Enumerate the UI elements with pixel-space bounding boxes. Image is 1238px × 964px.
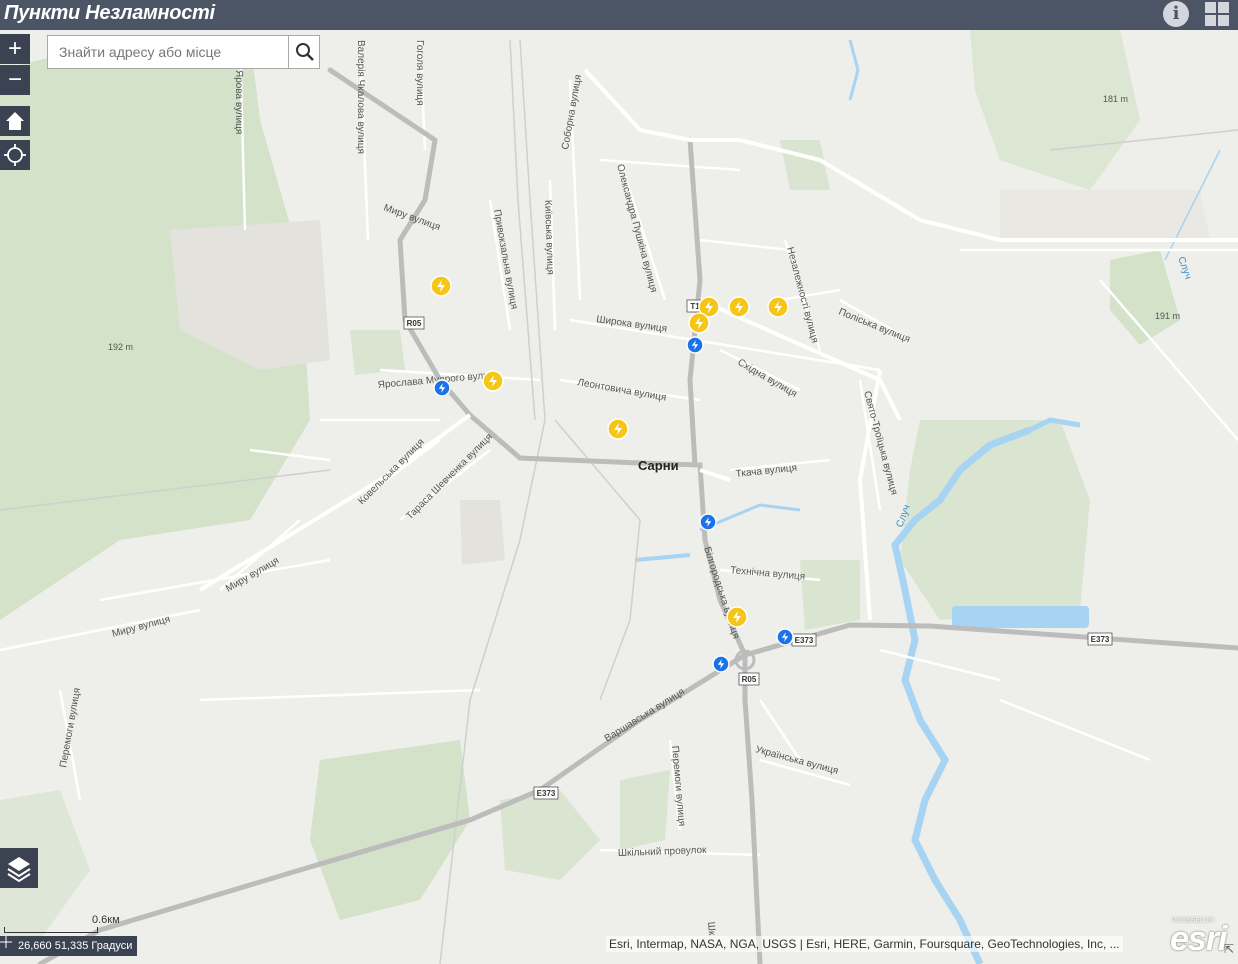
charging-point-marker[interactable]: [433, 379, 451, 397]
street-label: Поліська вулиця: [837, 307, 912, 346]
scale-bar: [4, 927, 98, 933]
street-label: Шк: [705, 921, 717, 936]
road-shield: R05: [738, 672, 760, 686]
street-label: Варшавська вулиця: [603, 686, 687, 744]
street-label: Валерія Чкалова вулиця: [355, 40, 366, 154]
svg-text:E373: E373: [1091, 635, 1110, 644]
power-point-marker[interactable]: [607, 418, 629, 440]
svg-text:R05: R05: [407, 319, 422, 328]
power-point-marker[interactable]: [728, 296, 750, 318]
river-label: Случ: [1175, 255, 1193, 281]
water-reservoir: [952, 606, 1089, 628]
street-label: Широка вулиця: [596, 314, 668, 335]
search-icon: [296, 43, 314, 61]
power-point-marker[interactable]: [482, 370, 504, 392]
svg-text:E373: E373: [795, 636, 814, 645]
street-label: Перемоги вулиця: [669, 745, 687, 826]
forest-areas: [0, 30, 1180, 950]
street-label: Технічна вулиця: [730, 565, 806, 583]
layers-button[interactable]: [0, 848, 38, 888]
coordinates-text: 26,660 51,335 Градуси: [18, 940, 133, 952]
street-label: Соборна вулиця: [559, 74, 584, 151]
elevation-label: 192 m: [108, 342, 133, 352]
elevation-label: 181 m: [1103, 94, 1128, 104]
locate-button[interactable]: [0, 140, 30, 170]
search-widget: [47, 35, 320, 69]
charging-point-marker[interactable]: [712, 655, 730, 673]
attribution-text[interactable]: Esri, Intermap, NASA, NGA, USGS | Esri, …: [606, 936, 1123, 952]
info-icon[interactable]: i: [1163, 1, 1189, 27]
search-button[interactable]: [288, 36, 320, 68]
street-label: Миру вулиця: [111, 614, 171, 640]
power-point-marker[interactable]: [688, 312, 710, 334]
svg-text:E373: E373: [537, 789, 556, 798]
svg-text:R05: R05: [742, 675, 757, 684]
road-shield: E373: [1087, 632, 1113, 646]
crosshair-icon: [0, 936, 12, 948]
charging-point-marker[interactable]: [776, 628, 794, 646]
search-input[interactable]: [48, 36, 288, 68]
charging-point-marker[interactable]: [699, 513, 717, 531]
street-label: Ярова вулиця: [233, 70, 244, 134]
road-shield: E373: [791, 633, 817, 647]
street-label: Українська вулиця: [754, 744, 839, 777]
scale-label: 0.6км: [92, 914, 120, 926]
basemap: R05 R05 E373 E373 E373 Т1 Валерія Чкалов…: [0, 30, 1238, 964]
grid-icon[interactable]: [1204, 1, 1230, 27]
esri-word: esri: [1170, 920, 1227, 958]
street-label: Київська вулиця: [542, 200, 556, 275]
street-label: Миру вулиця: [382, 202, 442, 233]
road-shield: E373: [533, 786, 559, 800]
map-view[interactable]: R05 R05 E373 E373 E373 Т1 Валерія Чкалов…: [0, 30, 1238, 964]
street-label: Ковельська вулиця: [356, 437, 426, 507]
street-label: Леонтовича вулиця: [576, 377, 667, 403]
home-icon: [6, 112, 24, 130]
home-button[interactable]: [0, 106, 30, 136]
charging-point-marker[interactable]: [686, 336, 704, 354]
street-label: Гоголя вулиця: [414, 40, 425, 106]
zoom-in-button[interactable]: +: [0, 34, 30, 64]
power-point-marker[interactable]: [430, 275, 452, 297]
street-label: Шкільний провулок: [618, 845, 708, 859]
street-label: Східна вулиця: [736, 357, 799, 400]
road-shield: R05: [403, 316, 425, 330]
coordinates-readout[interactable]: 26,660 51,335 Градуси: [0, 936, 138, 956]
power-point-marker[interactable]: [767, 296, 789, 318]
layers-icon: [7, 857, 31, 883]
zoom-out-button[interactable]: −: [0, 65, 30, 95]
app-title: Пункти Незламності: [4, 2, 215, 24]
power-point-marker[interactable]: [726, 606, 748, 628]
resize-icon[interactable]: ⇱: [1224, 942, 1234, 956]
elevation-label: 191 m: [1155, 311, 1180, 321]
city-label: Сарни: [638, 458, 679, 473]
street-label: Олександра Пушкіна вулиця: [614, 163, 659, 294]
locate-icon: [4, 144, 26, 166]
app-header: Пункти Незламності i: [0, 0, 1238, 30]
street-label: Ткача вулиця: [735, 463, 797, 480]
